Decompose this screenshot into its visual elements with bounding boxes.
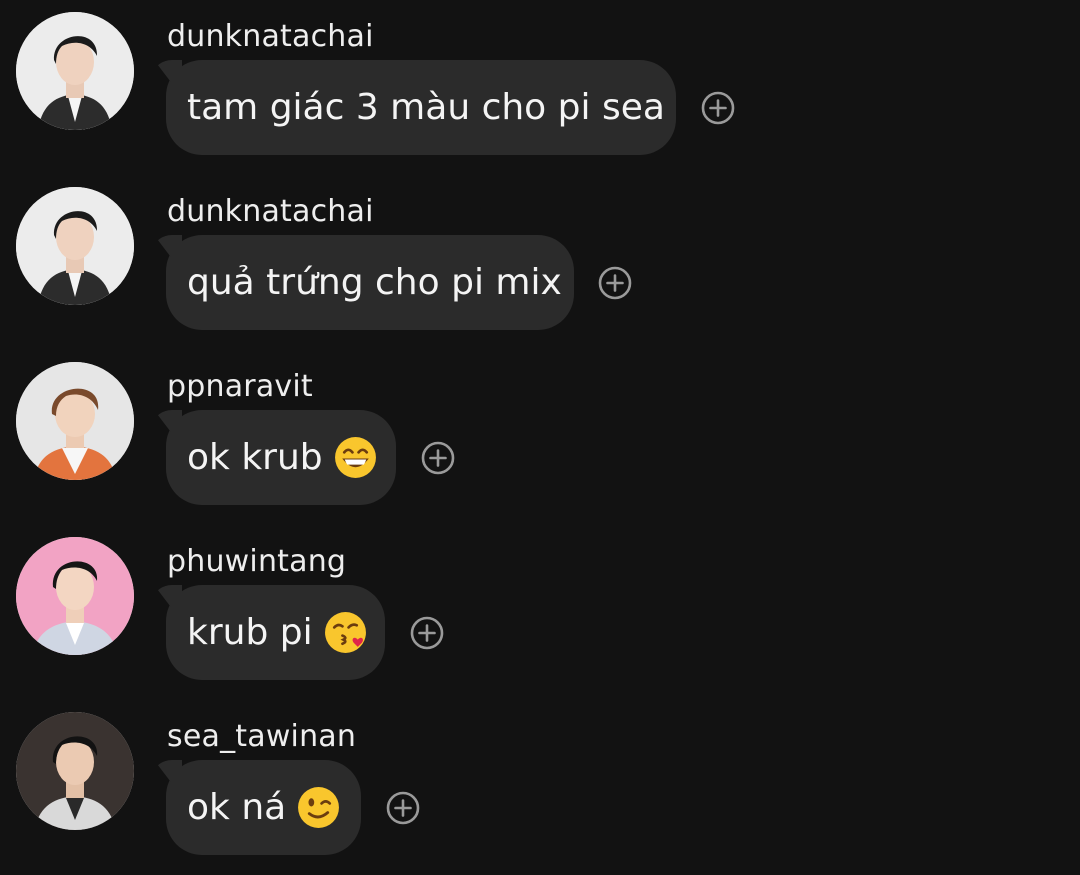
username[interactable]: ppnaravit <box>167 368 313 406</box>
winking-face-icon <box>296 785 341 830</box>
avatar[interactable] <box>16 12 134 130</box>
add-reaction-button[interactable] <box>598 266 632 300</box>
message-bubble[interactable]: ok ná <box>166 760 361 855</box>
message-bubble[interactable]: krub pi <box>166 585 385 680</box>
avatar-photo-icon <box>16 537 134 655</box>
face-blowing-kiss-icon <box>323 610 368 655</box>
message-text: krub pi <box>187 612 313 653</box>
grinning-face-icon <box>333 435 378 480</box>
message-bubble[interactable]: ok krub <box>166 410 396 505</box>
avatar-photo-icon <box>16 12 134 130</box>
avatar[interactable] <box>16 187 134 305</box>
username[interactable]: dunknatachai <box>167 18 374 56</box>
avatar[interactable] <box>16 712 134 830</box>
message-text: ok ná <box>187 787 287 828</box>
message-bubble[interactable]: tam giác 3 màu cho pi sea <box>166 60 676 155</box>
add-reaction-button[interactable] <box>410 616 444 650</box>
add-reaction-button[interactable] <box>421 441 455 475</box>
message-row: phuwintang krub pi <box>0 525 1080 700</box>
avatar-photo-icon <box>16 712 134 830</box>
add-reaction-icon <box>598 266 632 300</box>
message-bubble[interactable]: quả trứng cho pi mix <box>166 235 574 330</box>
add-reaction-icon <box>421 441 455 475</box>
username[interactable]: sea_tawinan <box>167 718 356 756</box>
message-row: dunknatachai tam giác 3 màu cho pi sea <box>0 0 1080 175</box>
avatar[interactable] <box>16 537 134 655</box>
avatar-photo-icon <box>16 362 134 480</box>
username[interactable]: phuwintang <box>167 543 346 581</box>
add-reaction-button[interactable] <box>386 791 420 825</box>
avatar-photo-icon <box>16 187 134 305</box>
message-row: dunknatachai quả trứng cho pi mix <box>0 175 1080 350</box>
add-reaction-icon <box>410 616 444 650</box>
add-reaction-icon <box>386 791 420 825</box>
add-reaction-button[interactable] <box>701 91 735 125</box>
message-text: tam giác 3 màu cho pi sea <box>187 87 665 128</box>
message-row: sea_tawinan ok ná <box>0 700 1080 875</box>
avatar[interactable] <box>16 362 134 480</box>
username[interactable]: dunknatachai <box>167 193 374 231</box>
message-row: ppnaravit ok krub <box>0 350 1080 525</box>
message-text: quả trứng cho pi mix <box>187 262 562 303</box>
message-text: ok krub <box>187 437 323 478</box>
add-reaction-icon <box>701 91 735 125</box>
